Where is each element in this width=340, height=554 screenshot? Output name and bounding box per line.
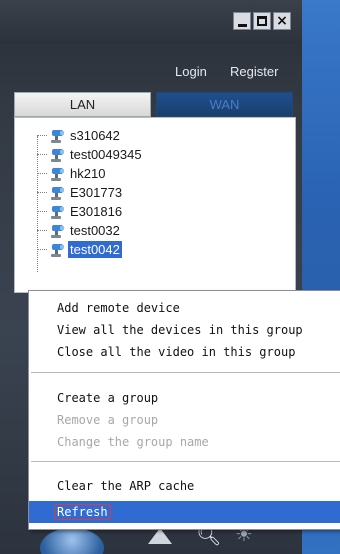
camera-icon [47,204,65,220]
tree-branch [37,249,47,250]
camera-icon [47,128,65,144]
menu-item-create-group[interactable]: Create a group [29,387,340,409]
minimize-button[interactable] [233,12,251,30]
tab-lan[interactable]: LAN [14,92,151,117]
device-tree: s310642 test0049345 hk210 E301773 E30181… [14,117,296,293]
tree-branch [37,192,47,193]
device-node[interactable]: test0049345 [37,145,237,164]
device-label: hk210 [70,166,106,181]
device-label: test0042 [68,241,122,258]
camera-icon [47,147,65,163]
menu-separator [31,461,340,462]
ptz-up-icon[interactable] [148,528,172,544]
device-label: test0049345 [70,147,142,162]
camera-icon [47,223,65,239]
menu-item-change-group-name: Change the group name [57,435,209,449]
menu-item-refresh[interactable]: Refresh [29,501,340,523]
close-button[interactable]: × [273,12,291,30]
minimize-icon [237,24,247,27]
context-menu: Add remote device View all the devices i… [28,290,340,530]
menu-item-view-all-devices[interactable]: View all the devices in this group [29,319,340,341]
camera-icon [47,185,65,201]
tree-branch [37,135,47,136]
maximize-button[interactable] [253,12,271,30]
device-node[interactable]: E301816 [37,202,237,221]
menu-item-remove-group: Remove a group [57,413,159,427]
register-link[interactable]: Register [230,64,278,79]
device-node[interactable]: hk210 [37,164,237,183]
maximize-icon [257,16,267,26]
title-bar: × [0,0,302,44]
menu-item-close-all-video[interactable]: Close all the video in this group [29,341,340,363]
device-node[interactable]: test0032 [37,221,237,240]
device-node[interactable]: E301773 [37,183,237,202]
menu-item-add-remote-device[interactable]: Add remote device [29,297,340,319]
login-link[interactable]: Login [175,64,207,79]
device-label: s310642 [70,128,120,143]
device-node-selected[interactable]: test0042 [37,240,237,259]
tree-branch [37,173,47,174]
tree-branch [37,154,47,155]
tree-branch [37,230,47,231]
camera-icon [47,166,65,182]
close-icon: × [276,13,288,29]
device-label: test0032 [70,223,120,238]
camera-icon [47,242,65,258]
ptz-control-button[interactable] [40,528,104,554]
device-label: E301773 [70,185,123,200]
menu-item-label: Refresh [54,504,111,520]
tree-branch [37,211,47,212]
tab-wan[interactable]: WAN [156,92,293,117]
device-node[interactable]: s310642 [37,126,237,145]
device-label: E301816 [70,204,123,219]
menu-separator [31,372,340,373]
menu-item-clear-arp-cache[interactable]: Clear the ARP cache [29,475,340,497]
